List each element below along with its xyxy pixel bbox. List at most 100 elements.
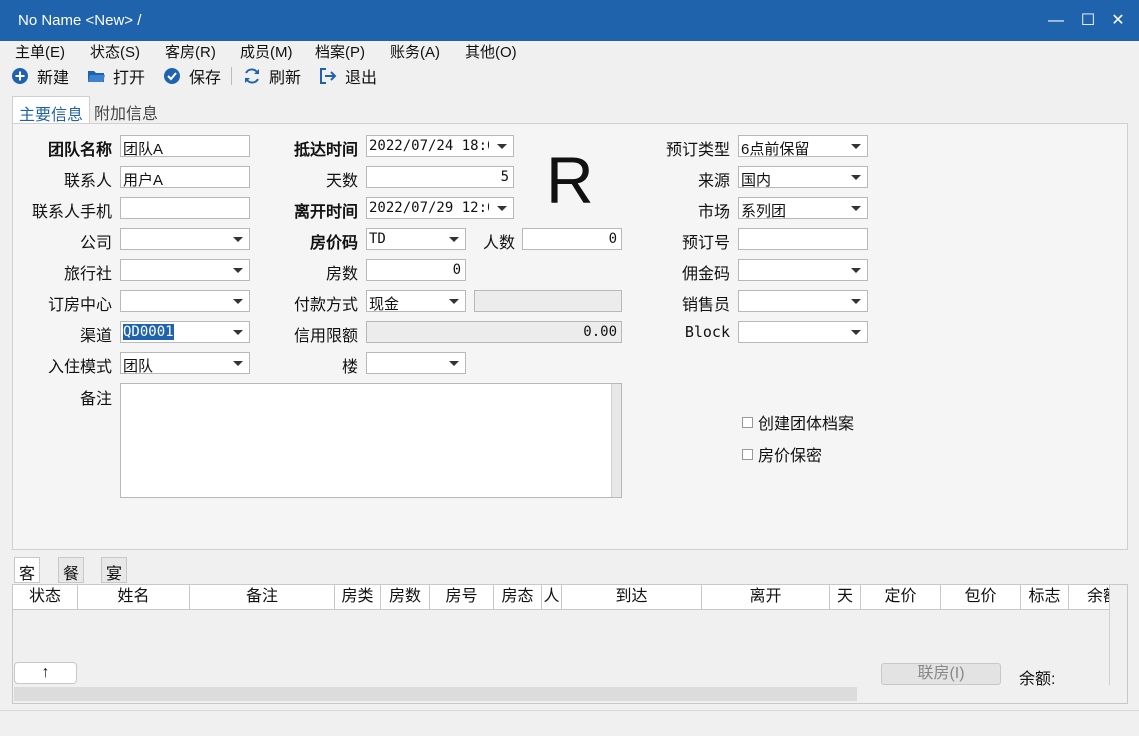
arrival-datetime[interactable]: 2022/07/24 18:00 <box>366 135 514 157</box>
remark-label: 备注 <box>79 391 112 408</box>
refresh-button[interactable]: 刷新 <box>243 65 301 87</box>
checkin-mode-select[interactable]: 团队 <box>120 352 250 374</box>
col-room-status[interactable]: 房态 <box>494 585 542 609</box>
open-button-label: 打开 <box>113 70 146 87</box>
col-departure[interactable]: 离开 <box>702 585 830 609</box>
tab-rooms[interactable]: 客房 <box>14 557 41 607</box>
move-up-button[interactable]: ↑ <box>14 662 77 684</box>
contact-input[interactable]: 用户A <box>120 166 250 188</box>
col-package[interactable]: 包价 <box>941 585 1021 609</box>
rate-code-select[interactable]: TD <box>366 228 466 250</box>
contact-phone-input[interactable] <box>120 197 250 219</box>
grid-vertical-scrollbar[interactable] <box>1109 585 1127 685</box>
chevron-down-icon <box>851 144 861 149</box>
chevron-down-icon <box>449 237 459 242</box>
building-label: 楼 <box>341 359 358 376</box>
minimize-button[interactable]: — <box>1043 8 1069 34</box>
maximize-button[interactable]: ☐ <box>1075 8 1101 34</box>
rate-confidential-label: 房价保密 <box>758 448 823 465</box>
chevron-down-icon <box>233 299 243 304</box>
building-select[interactable] <box>366 352 466 374</box>
checkbox-box <box>742 448 753 460</box>
close-button[interactable]: ✕ <box>1105 8 1131 34</box>
menu-other[interactable]: 其他(O) <box>465 41 517 62</box>
chevron-down-icon <box>233 268 243 273</box>
col-balance[interactable]: 余额 <box>1069 585 1111 609</box>
col-price[interactable]: 定价 <box>861 585 941 609</box>
market-value: 系列团 <box>741 203 787 219</box>
chevron-down-icon <box>497 206 507 211</box>
departure-label: 离开时间 <box>293 204 358 221</box>
tab-main-info[interactable]: 主要信息 <box>12 96 91 124</box>
col-flag[interactable]: 标志 <box>1021 585 1069 609</box>
remark-scrollbar[interactable] <box>611 384 621 497</box>
chevron-down-icon <box>449 299 459 304</box>
persons-input[interactable]: 0 <box>522 228 622 250</box>
chevron-down-icon <box>233 237 243 242</box>
channel-label: 渠道 <box>79 328 112 345</box>
rate-confidential-checkbox[interactable]: 房价保密 <box>742 442 822 466</box>
tab-extra-info[interactable]: 附加信息 <box>88 96 164 123</box>
menu-status[interactable]: 状态(S) <box>90 41 140 62</box>
create-profile-label: 创建团体档案 <box>758 416 855 433</box>
menu-profiles[interactable]: 档案(P) <box>315 41 365 62</box>
chevron-down-icon <box>851 175 861 180</box>
contact-label: 联系人 <box>63 173 112 190</box>
block-select[interactable] <box>738 321 868 343</box>
exit-button[interactable]: 退出 <box>319 65 377 87</box>
block-label: Block <box>684 323 730 341</box>
booking-type-select[interactable]: 6点前保留 <box>738 135 868 157</box>
title-bar: No Name <New> / — ☐ ✕ <box>0 0 1139 41</box>
booking-no-label: 预订号 <box>681 235 730 252</box>
market-label: 市场 <box>697 204 730 221</box>
group-name-input[interactable]: 团队A <box>120 135 250 157</box>
tab-dining[interactable]: 餐饮 <box>58 557 85 607</box>
booking-center-select[interactable] <box>120 290 250 312</box>
col-remark[interactable]: 备注 <box>190 585 335 609</box>
col-persons[interactable]: 人 <box>542 585 562 609</box>
credit-input: 0.00 <box>366 321 622 343</box>
menu-members[interactable]: 成员(M) <box>240 41 293 62</box>
col-room-type[interactable]: 房类 <box>335 585 381 609</box>
link-rooms-button[interactable]: 联房(I) <box>881 663 1001 685</box>
col-arrival[interactable]: 到达 <box>562 585 702 609</box>
checkin-mode-value: 团队 <box>123 358 154 374</box>
days-input[interactable]: 5 <box>366 166 514 188</box>
save-button[interactable]: 保存 <box>163 65 221 87</box>
market-select[interactable]: 系列团 <box>738 197 868 219</box>
menu-main[interactable]: 主单(E) <box>15 41 65 62</box>
grid-header: 状态 姓名 备注 房类 房数 房号 房态 人 到达 离开 天 定价 包价 标志 … <box>13 585 1111 610</box>
menu-accounts[interactable]: 账务(A) <box>390 41 440 62</box>
source-select[interactable]: 国内 <box>738 166 868 188</box>
col-room-no[interactable]: 房号 <box>430 585 494 609</box>
source-value: 国内 <box>741 172 772 188</box>
payment-select[interactable]: 现金 <box>366 290 466 312</box>
col-status[interactable]: 状态 <box>13 585 78 609</box>
create-profile-checkbox[interactable]: 创建团体档案 <box>742 410 854 434</box>
new-button[interactable]: 新建 <box>11 65 69 87</box>
booking-no-input[interactable] <box>738 228 868 250</box>
status-bar <box>0 710 1139 736</box>
grid-horizontal-scrollbar[interactable] <box>13 685 1127 703</box>
rooms-input[interactable]: 0 <box>366 259 466 281</box>
scrollbar-thumb[interactable] <box>14 687 857 701</box>
col-name[interactable]: 姓名 <box>78 585 190 609</box>
departure-datetime[interactable]: 2022/07/29 12:00 <box>366 197 514 219</box>
sales-select[interactable] <box>738 290 868 312</box>
menu-rooms[interactable]: 客房(R) <box>165 41 216 62</box>
status-letter: R <box>546 143 594 217</box>
chevron-down-icon <box>851 206 861 211</box>
commission-select[interactable] <box>738 259 868 281</box>
exit-icon <box>320 68 337 84</box>
agency-select[interactable] <box>120 259 250 281</box>
col-room-count[interactable]: 房数 <box>381 585 430 609</box>
remark-textarea[interactable] <box>120 383 622 498</box>
company-select[interactable] <box>120 228 250 250</box>
booking-type-value: 6点前保留 <box>741 141 810 157</box>
payment-label: 付款方式 <box>293 297 358 314</box>
tab-banquet[interactable]: 宴会 <box>101 557 128 607</box>
col-days[interactable]: 天 <box>830 585 861 609</box>
open-button[interactable]: 打开 <box>87 65 145 87</box>
chevron-down-icon <box>233 330 243 335</box>
channel-select[interactable]: QD0001 <box>120 321 250 343</box>
